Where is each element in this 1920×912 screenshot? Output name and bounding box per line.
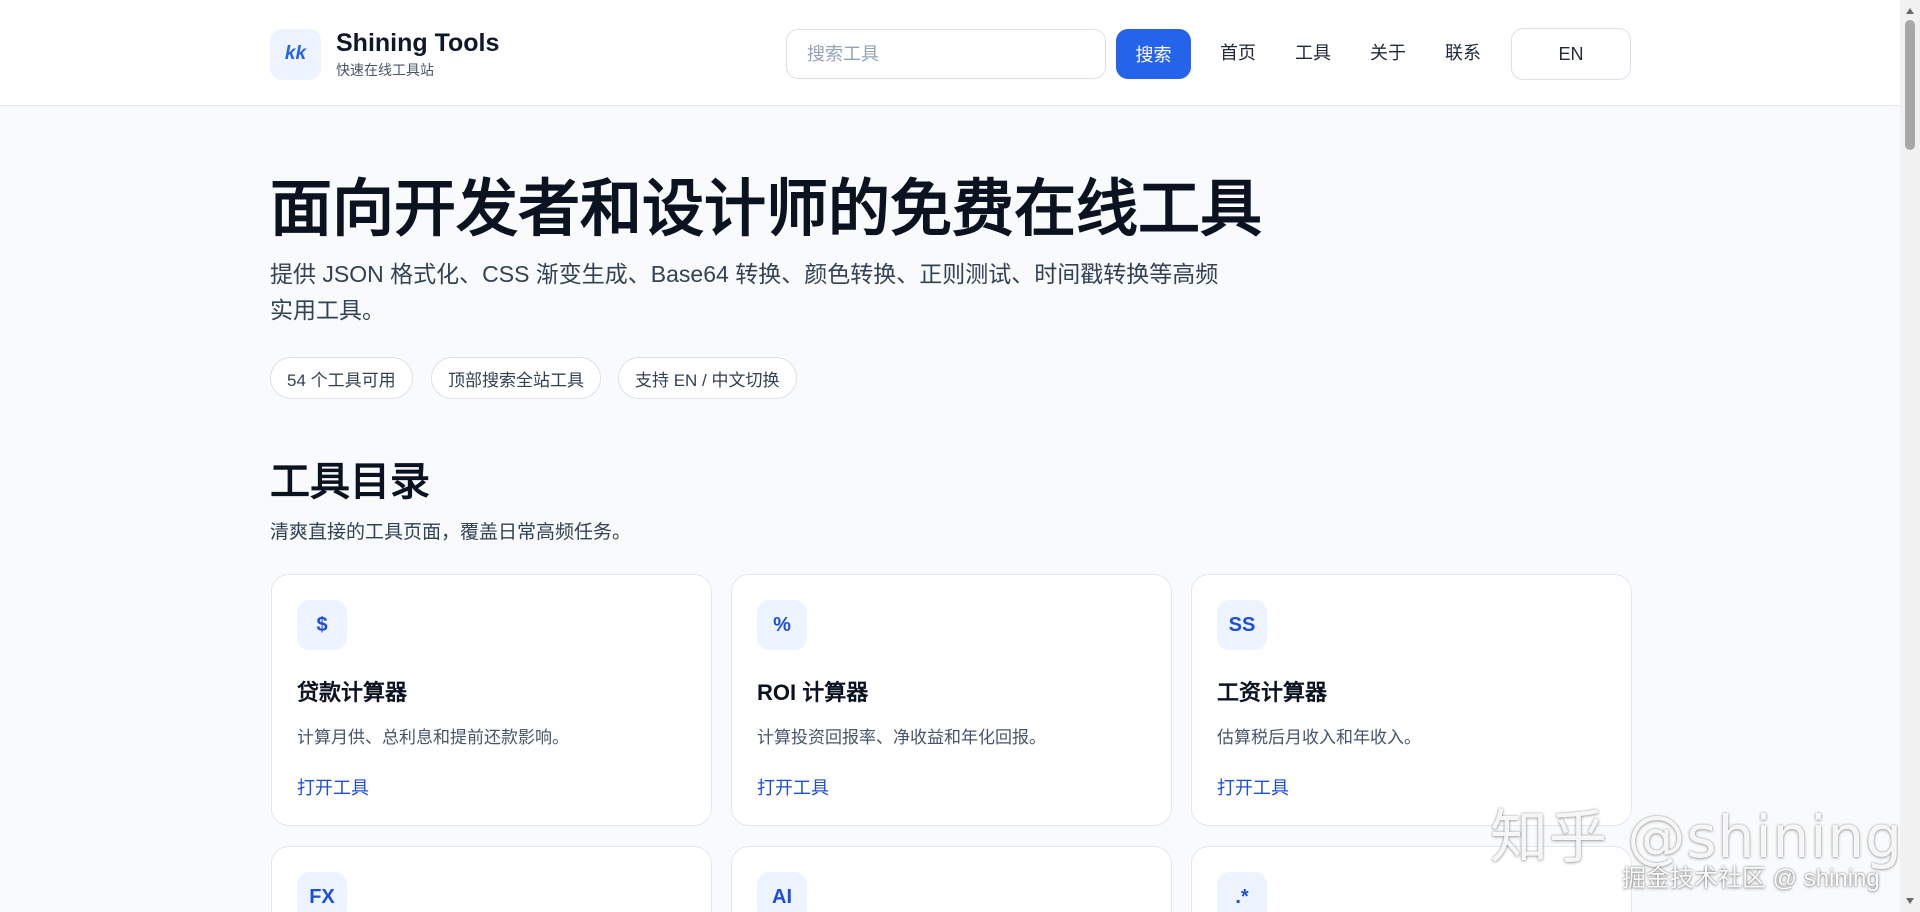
section-title: 工具目录 <box>270 460 430 504</box>
nav-tools[interactable]: 工具 <box>1295 40 1331 66</box>
brand-name: Shining Tools <box>336 29 500 57</box>
card-description: 计算投资回报率、净收益和年化回报。 <box>757 728 1046 747</box>
nav-about[interactable]: 关于 <box>1370 40 1406 66</box>
scroll-up-arrow-icon[interactable] <box>1906 8 1914 14</box>
fx-icon: FX <box>297 872 347 912</box>
card-description: 计算月供、总利息和提前还款影响。 <box>297 728 569 747</box>
card-title: ROI 计算器 <box>757 680 869 705</box>
chip-language-support: 支持 EN / 中文切换 <box>618 357 797 399</box>
tool-card-roi-calculator[interactable]: % ROI 计算器 计算投资回报率、净收益和年化回报。 打开工具 <box>731 574 1172 826</box>
regex-icon: .* <box>1217 872 1267 912</box>
language-toggle-button[interactable]: EN <box>1511 28 1631 80</box>
card-title: 工资计算器 <box>1217 680 1328 705</box>
tool-card-fx[interactable]: FX <box>271 846 712 912</box>
section-subtitle: 清爽直接的工具页面，覆盖日常高频任务。 <box>270 522 632 543</box>
tool-card-loan-calculator[interactable]: $ 贷款计算器 计算月供、总利息和提前还款影响。 打开工具 <box>271 574 712 826</box>
scroll-down-arrow-icon[interactable] <box>1906 898 1914 904</box>
search-button[interactable]: 搜索 <box>1116 29 1191 79</box>
dollar-icon: $ <box>297 600 347 650</box>
search-input[interactable] <box>786 29 1106 79</box>
site-header: kk Shining Tools 快速在线工具站 搜索 首页 工具 关于 联系 … <box>0 0 1900 106</box>
open-tool-link[interactable]: 打开工具 <box>297 774 369 800</box>
salary-icon: SS <box>1217 600 1267 650</box>
card-title: 贷款计算器 <box>297 680 408 705</box>
brand-text: Shining Tools 快速在线工具站 <box>336 28 499 80</box>
hero-description: 提供 JSON 格式化、CSS 渐变生成、Base64 转换、颜色转换、正则测试… <box>270 261 1219 323</box>
hero-title: 面向开发者和设计师的免费在线工具 <box>270 175 1263 244</box>
scrollbar-thumb[interactable] <box>1905 20 1915 150</box>
open-tool-link[interactable]: 打开工具 <box>757 774 829 800</box>
watermark-sub: 掘金技术社区 @ shining <box>1622 865 1880 892</box>
logo-icon: kk <box>270 28 321 80</box>
nav-contact[interactable]: 联系 <box>1445 40 1481 66</box>
chip-search-hint: 顶部搜索全站工具 <box>431 357 601 399</box>
percent-icon: % <box>757 600 807 650</box>
chip-tool-count: 54 个工具可用 <box>270 357 413 399</box>
open-tool-link[interactable]: 打开工具 <box>1217 774 1289 800</box>
card-description: 估算税后月收入和年收入。 <box>1217 728 1421 747</box>
tool-card-ai[interactable]: AI <box>731 846 1172 912</box>
ai-icon: AI <box>757 872 807 912</box>
brand[interactable]: kk Shining Tools 快速在线工具站 <box>270 28 499 80</box>
brand-tagline: 快速在线工具站 <box>336 62 434 78</box>
vertical-scrollbar[interactable] <box>1900 0 1920 912</box>
page: kk Shining Tools 快速在线工具站 搜索 首页 工具 关于 联系 … <box>0 0 1920 912</box>
tool-card-salary-calculator[interactable]: SS 工资计算器 估算税后月收入和年收入。 打开工具 <box>1191 574 1632 826</box>
nav-home[interactable]: 首页 <box>1220 40 1256 66</box>
